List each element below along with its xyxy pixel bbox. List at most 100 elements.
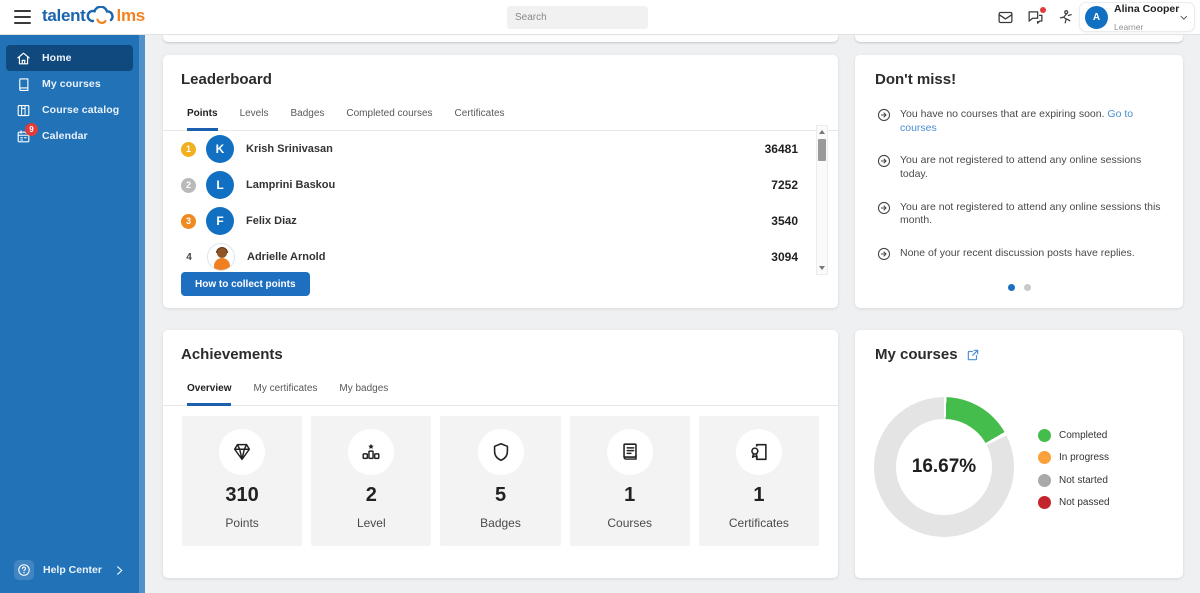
notice-text: You are not registered to attend any onl… <box>900 201 1165 228</box>
notice-text: You are not registered to attend any onl… <box>900 154 1165 181</box>
legend-item-not-started: Not started <box>1038 469 1110 492</box>
rank-badge-gold: 1 <box>181 142 196 157</box>
stat-label: Courses <box>607 516 652 530</box>
notice-text: You have no courses that are expiring so… <box>900 108 1105 120</box>
rank-badge-silver: 2 <box>181 178 196 193</box>
discussions-icon[interactable] <box>1027 9 1044 26</box>
gem-icon <box>219 429 265 475</box>
user-name: Felix Diaz <box>246 215 297 227</box>
my-courses-title: My courses <box>875 346 958 363</box>
tab-certificates[interactable]: Certificates <box>455 100 505 131</box>
dont-miss-title: Don't miss! <box>855 55 1183 88</box>
tab-my-badges[interactable]: My badges <box>339 375 388 406</box>
sidebar-item-my-courses[interactable]: My courses <box>6 71 133 97</box>
leaderboard-row[interactable]: 3 F Felix Diaz 3540 <box>163 203 838 239</box>
stat-tile-points: 310 Points <box>182 416 302 546</box>
stat-label: Level <box>357 516 386 530</box>
tab-levels[interactable]: Levels <box>240 100 269 131</box>
stat-tile-badges: 5 Badges <box>440 416 560 546</box>
help-center-label: Help Center <box>43 564 114 576</box>
logo-text-lms: lms <box>117 6 145 26</box>
stat-value: 1 <box>624 484 635 507</box>
stat-value: 2 <box>366 484 377 507</box>
sidebar: Home My courses Course catalog <box>0 35 145 593</box>
legend-dot-completed <box>1038 429 1051 442</box>
achievement-stats: 310 Points 2 Level <box>163 406 838 546</box>
legend-dot-in-progress <box>1038 451 1051 464</box>
scroll-up-icon[interactable] <box>817 127 827 137</box>
sidebar-item-calendar[interactable]: 9 Calendar <box>6 123 133 149</box>
carousel-dot-2[interactable] <box>1024 284 1031 291</box>
tab-overview[interactable]: Overview <box>187 375 231 406</box>
chevron-right-icon <box>114 565 125 576</box>
sidebar-item-home[interactable]: Home <box>6 45 133 71</box>
achievements-tabs: Overview My certificates My badges <box>163 375 838 406</box>
dont-miss-card: Don't miss! You have no courses that are… <box>855 55 1183 308</box>
circle-arrow-icon <box>877 154 891 168</box>
avatar <box>207 243 235 271</box>
user-name: Krish Srinivasan <box>246 143 333 155</box>
circle-arrow-icon <box>877 108 891 122</box>
leaderboard-card: Leaderboard Points Levels Badges Complet… <box>163 55 838 308</box>
leaderboard-scrollbar[interactable] <box>816 125 828 275</box>
help-icon <box>14 560 34 580</box>
circle-arrow-icon <box>877 247 891 261</box>
catalog-icon <box>16 103 31 118</box>
search-bar <box>507 6 648 29</box>
notice-item: None of your recent discussion posts hav… <box>877 247 1165 261</box>
rank-number: 4 <box>181 252 197 263</box>
points-value: 3094 <box>771 250 798 264</box>
stat-label: Points <box>225 516 258 530</box>
hamburger-menu-icon[interactable] <box>14 10 31 24</box>
sidebar-item-course-catalog[interactable]: Course catalog <box>6 97 133 123</box>
scrollbar-thumb[interactable] <box>818 139 826 161</box>
user-name: Lamprini Baskou <box>246 179 335 191</box>
calendar-icon: 9 <box>16 129 31 144</box>
legend-label: In progress <box>1059 452 1109 463</box>
how-to-collect-points-button[interactable]: How to collect points <box>181 272 310 296</box>
scrolled-card-edge <box>163 35 838 42</box>
stat-tile-courses: 1 Courses <box>570 416 690 546</box>
talentlms-logo[interactable]: talent lms <box>42 6 145 26</box>
leaderboard-row[interactable]: 4 Adrielle Arnold 3094 <box>163 239 838 275</box>
carousel-dot-1[interactable] <box>1008 284 1015 291</box>
certificate-icon <box>736 429 782 475</box>
home-icon <box>16 51 31 66</box>
sidebar-item-label: My courses <box>42 78 101 90</box>
legend-item-in-progress: In progress <box>1038 447 1110 470</box>
scroll-down-icon[interactable] <box>817 263 827 273</box>
messages-icon[interactable] <box>997 9 1014 26</box>
leaderboard-tabs: Points Levels Badges Completed courses C… <box>163 100 838 131</box>
achievements-card: Achievements Overview My certificates My… <box>163 330 838 578</box>
tab-my-certificates[interactable]: My certificates <box>253 375 317 406</box>
scrolled-card-edge <box>855 35 1183 42</box>
leaderboard-row[interactable]: 1 K Krish Srinivasan 36481 <box>163 131 838 167</box>
tab-points[interactable]: Points <box>187 100 218 131</box>
user-role: Learner <box>1114 22 1143 32</box>
chart-legend: Completed In progress Not started Not pa… <box>1038 424 1110 514</box>
notification-dot <box>1040 7 1046 13</box>
legend-item-not-passed: Not passed <box>1038 492 1110 515</box>
my-courses-card: My courses 16.67% Completed In progress … <box>855 330 1183 578</box>
tab-badges[interactable]: Badges <box>290 100 324 131</box>
help-center-link[interactable]: Help Center <box>6 556 133 584</box>
carousel-pagination <box>855 284 1183 291</box>
external-link-icon[interactable] <box>966 348 980 362</box>
user-menu[interactable]: A Alina Cooper Learner <box>1079 2 1195 32</box>
shield-icon <box>478 429 524 475</box>
notice-item: You are not registered to attend any onl… <box>877 201 1165 228</box>
stat-value: 310 <box>225 484 258 507</box>
legend-label: Not started <box>1059 475 1108 486</box>
user-name: Adrielle Arnold <box>247 251 325 263</box>
tab-completed-courses[interactable]: Completed courses <box>346 100 432 131</box>
legend-item-completed: Completed <box>1038 424 1110 447</box>
leaderboard-row[interactable]: 2 L Lamprini Baskou 7252 <box>163 167 838 203</box>
sidebar-item-label: Calendar <box>42 130 88 142</box>
avatar: A <box>1085 6 1108 29</box>
logo-text-talent: talent <box>42 6 86 26</box>
donut-center-label: 16.67% <box>874 397 1014 537</box>
search-input[interactable] <box>515 12 647 23</box>
stat-label: Badges <box>480 516 521 530</box>
legend-label: Completed <box>1059 430 1107 441</box>
gamification-icon[interactable] <box>1057 9 1074 26</box>
